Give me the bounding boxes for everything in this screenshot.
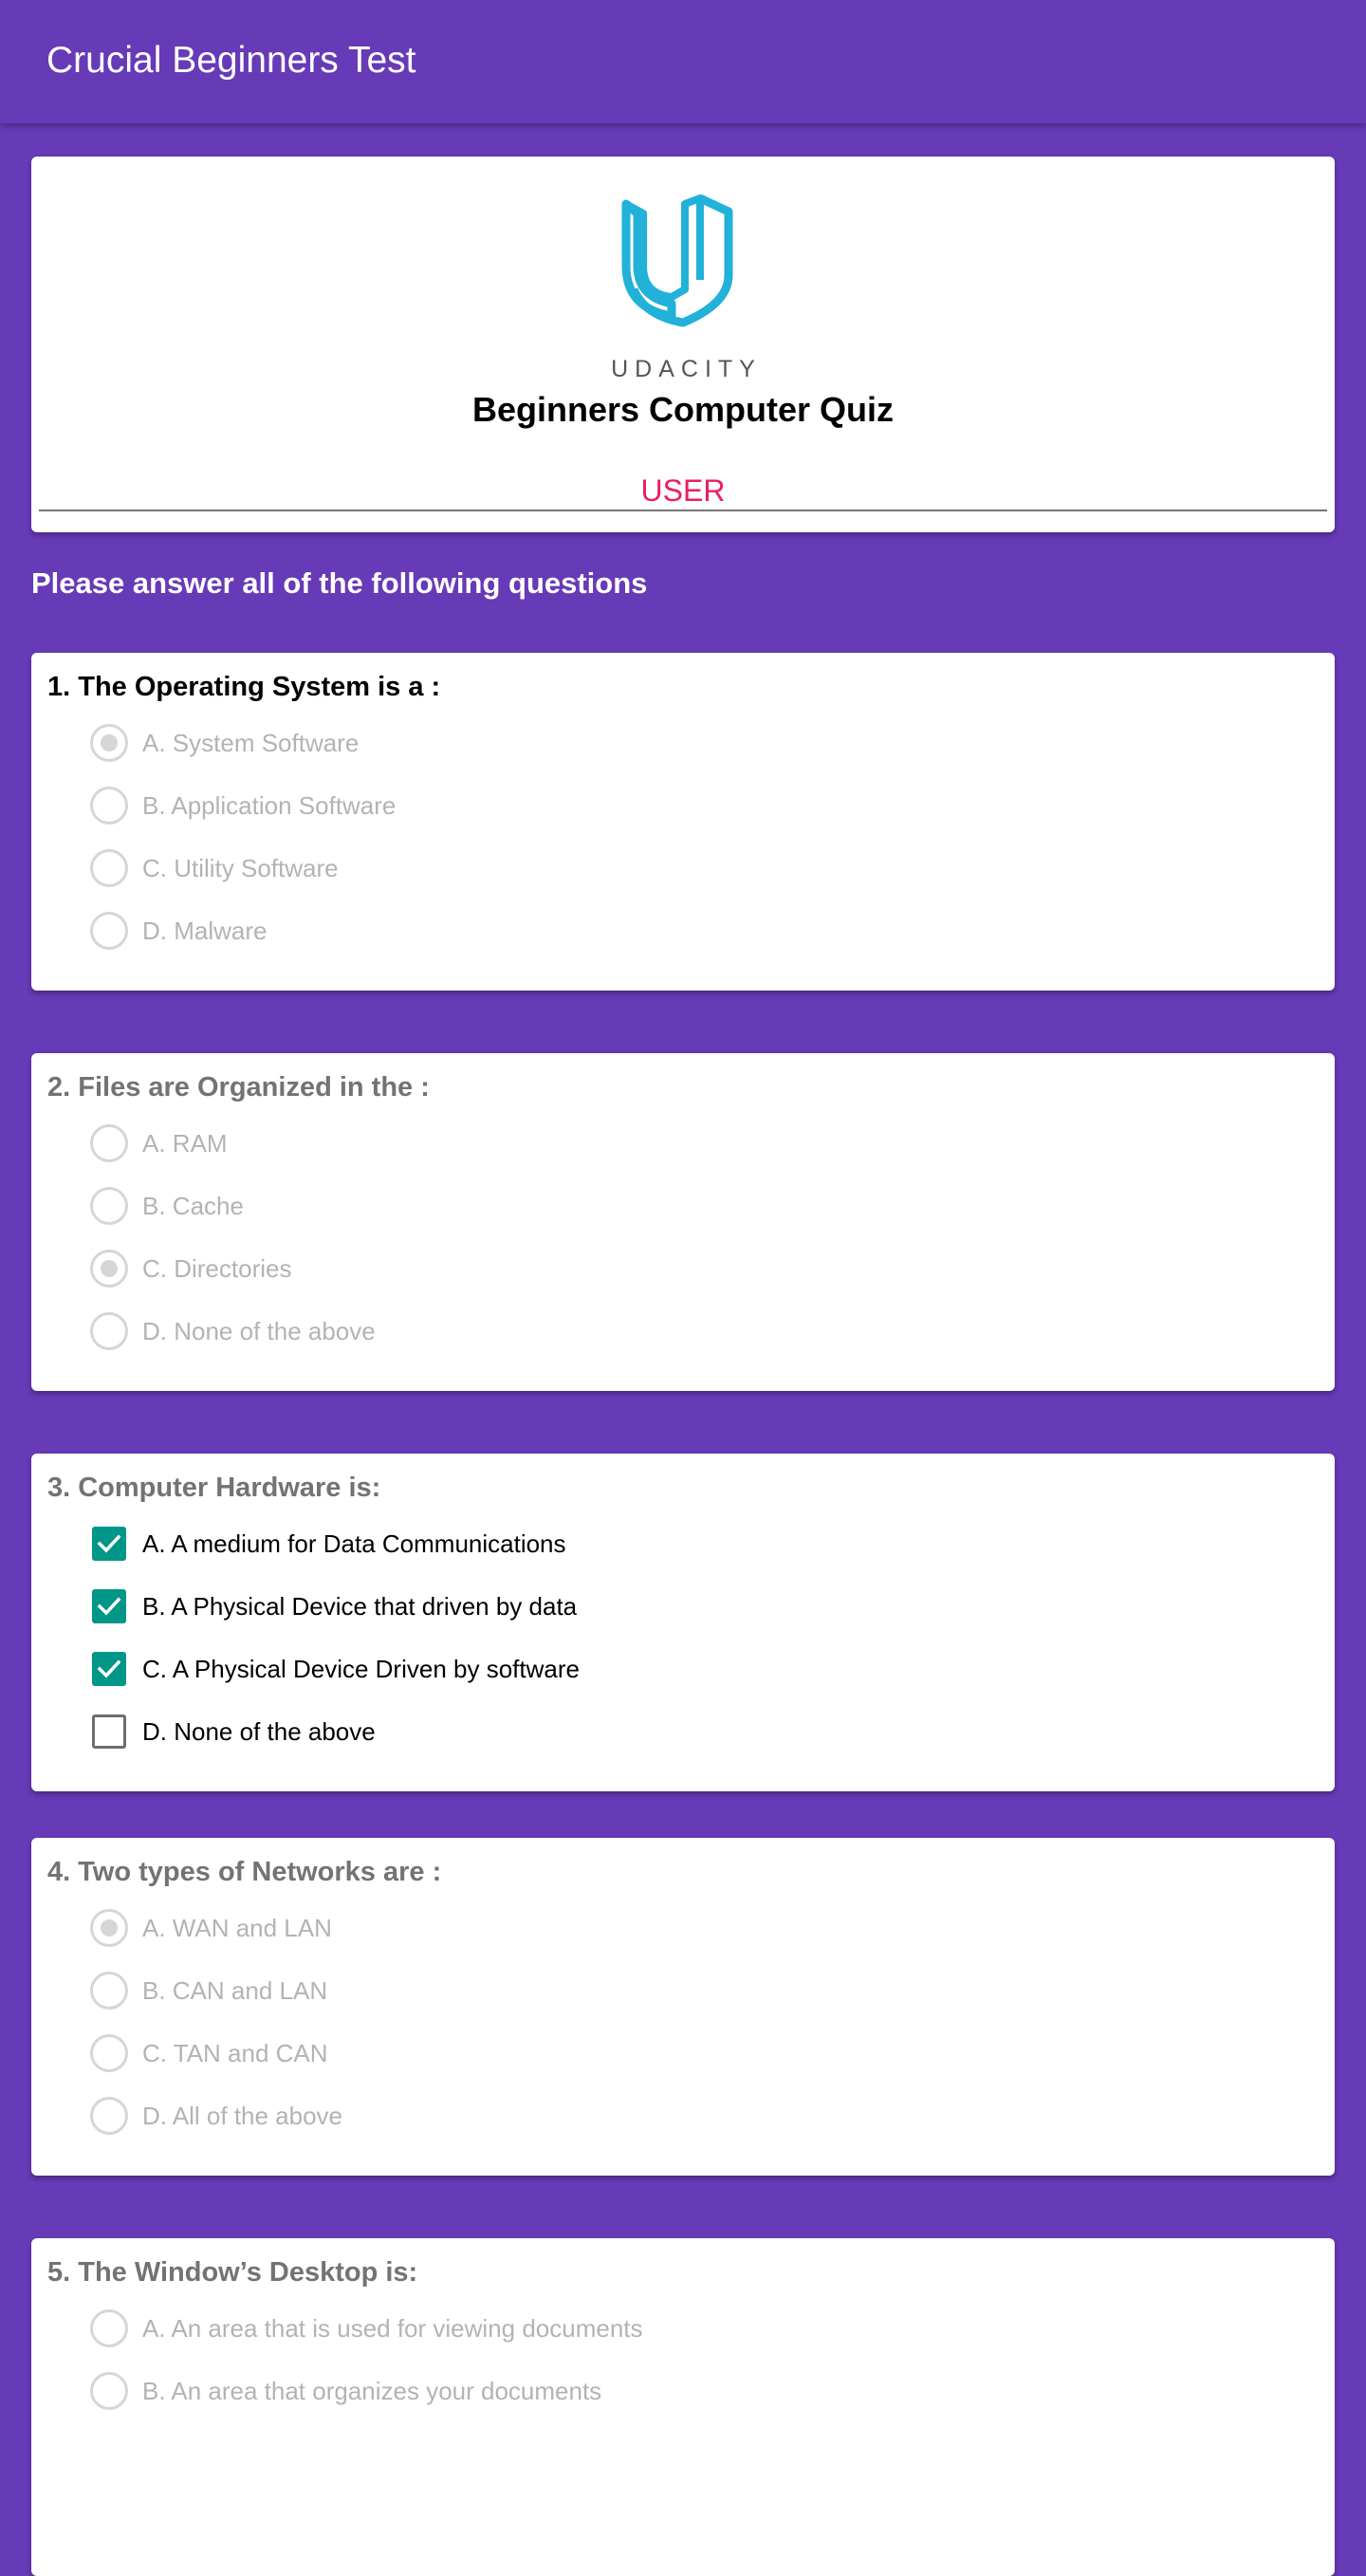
question-card-2: 2. Files are Organized in the : A. RAM B. … <box>31 1053 1335 1391</box>
radio-selected-icon[interactable] <box>90 724 128 762</box>
radio-option[interactable]: B. An area that organizes your documents <box>90 2367 1228 2415</box>
radio-selected-icon[interactable] <box>90 1909 128 1947</box>
radio-option[interactable]: A. RAM <box>90 1120 1228 1167</box>
radio-option[interactable]: B. CAN and LAN <box>90 1967 1228 2014</box>
checkbox-option[interactable]: D. None of the above <box>90 1708 1228 1755</box>
option-label: C. Directories <box>142 1253 292 1283</box>
radio-unselected-icon[interactable] <box>90 1187 128 1225</box>
checkbox-option[interactable]: A. A medium for Data Communications <box>90 1520 1228 1567</box>
radio-unselected-icon[interactable] <box>90 1972 128 2010</box>
udacity-logo-icon <box>621 194 733 327</box>
option-label: D. All of the above <box>142 2101 343 2130</box>
question-title: 5. The Window’s Desktop is: <box>47 2257 418 2288</box>
option-label: C. Utility Software <box>142 853 339 882</box>
option-label: A. WAN and LAN <box>142 1913 332 1942</box>
option-label: A. System Software <box>142 728 360 757</box>
quiz-header-card: UDACITY Beginners Computer Quiz USER <box>31 157 1335 532</box>
option-label: B. CAN and LAN <box>142 1975 328 2005</box>
user-input-label: USER <box>640 473 726 508</box>
radio-unselected-icon[interactable] <box>90 1312 128 1350</box>
brand-text: UDACITY <box>611 356 762 382</box>
radio-option[interactable]: A. WAN and LAN <box>90 1904 1228 1952</box>
option-label: B. An area that organizes your documents <box>142 2376 602 2405</box>
checkbox-checked-icon[interactable] <box>92 1527 126 1561</box>
radio-option[interactable]: D. Malware <box>90 907 1228 954</box>
question-card-5: 5. The Window’s Desktop is: A. An area th… <box>31 2238 1335 2576</box>
radio-option[interactable]: B. Application Software <box>90 782 1228 829</box>
radio-option[interactable]: D. All of the above <box>90 2092 1228 2140</box>
option-label: D. None of the above <box>142 1316 376 1345</box>
radio-option[interactable]: A. System Software <box>90 719 1228 767</box>
radio-unselected-icon[interactable] <box>90 2372 128 2410</box>
question-card-1: 1. The Operating System is a : A. System … <box>31 653 1335 991</box>
question-title: 4. Two types of Networks are : <box>47 1857 442 1887</box>
radio-option[interactable]: C. Utility Software <box>90 844 1228 892</box>
radio-unselected-icon[interactable] <box>90 2097 128 2135</box>
question-title: 2. Files are Organized in the : <box>47 1072 430 1103</box>
question-title: 1. The Operating System is a : <box>47 672 441 702</box>
option-label: A. A medium for Data Communications <box>142 1529 566 1558</box>
radio-option[interactable]: A. An area that is used for viewing docu… <box>90 2305 1228 2352</box>
checkbox-unchecked-icon[interactable] <box>92 1714 126 1749</box>
option-label: C. TAN and CAN <box>142 2038 328 2067</box>
radio-option[interactable]: C. TAN and CAN <box>90 2029 1228 2077</box>
question-card-4: 4. Two types of Networks are : A. WAN and… <box>31 1838 1335 2176</box>
option-label: B. Cache <box>142 1191 244 1220</box>
app-bar: Crucial Beginners Test <box>0 0 1366 123</box>
checkbox-checked-icon[interactable] <box>92 1652 126 1686</box>
radio-option[interactable]: C. Directories <box>90 1245 1228 1292</box>
radio-option[interactable]: D. None of the above <box>90 1307 1228 1355</box>
instructions-text: Please answer all of the following quest… <box>31 566 648 600</box>
option-label: A. An area that is used for viewing docu… <box>142 2313 643 2343</box>
checkbox-checked-icon[interactable] <box>92 1589 126 1623</box>
option-label: C. A Physical Device Driven by software <box>142 1654 580 1683</box>
radio-unselected-icon[interactable] <box>90 1124 128 1162</box>
radio-unselected-icon[interactable] <box>90 2034 128 2072</box>
quiz-title: Beginners Computer Quiz <box>471 390 895 429</box>
radio-unselected-icon[interactable] <box>90 912 128 950</box>
radio-unselected-icon[interactable] <box>90 787 128 825</box>
app-title: Crucial Beginners Test <box>46 40 416 81</box>
option-label: A. RAM <box>142 1128 228 1158</box>
option-label: B. Application Software <box>142 790 397 820</box>
radio-unselected-icon[interactable] <box>90 2309 128 2347</box>
radio-option[interactable]: B. Cache <box>90 1182 1228 1230</box>
radio-unselected-icon[interactable] <box>90 849 128 887</box>
udacity-logo: UDACITY <box>31 185 1335 382</box>
checkbox-option[interactable]: B. A Physical Device that driven by data <box>90 1583 1228 1630</box>
radio-selected-icon[interactable] <box>90 1250 128 1288</box>
question-card-3: 3. Computer Hardware is: A. A medium for … <box>31 1454 1335 1791</box>
question-title: 3. Computer Hardware is: <box>47 1473 381 1503</box>
option-label: B. A Physical Device that driven by data <box>142 1591 578 1621</box>
checkbox-option[interactable]: C. A Physical Device Driven by software <box>90 1645 1228 1693</box>
user-name-input[interactable]: USER <box>39 472 1327 511</box>
option-label: D. None of the above <box>142 1716 376 1746</box>
option-label: D. Malware <box>142 916 268 945</box>
